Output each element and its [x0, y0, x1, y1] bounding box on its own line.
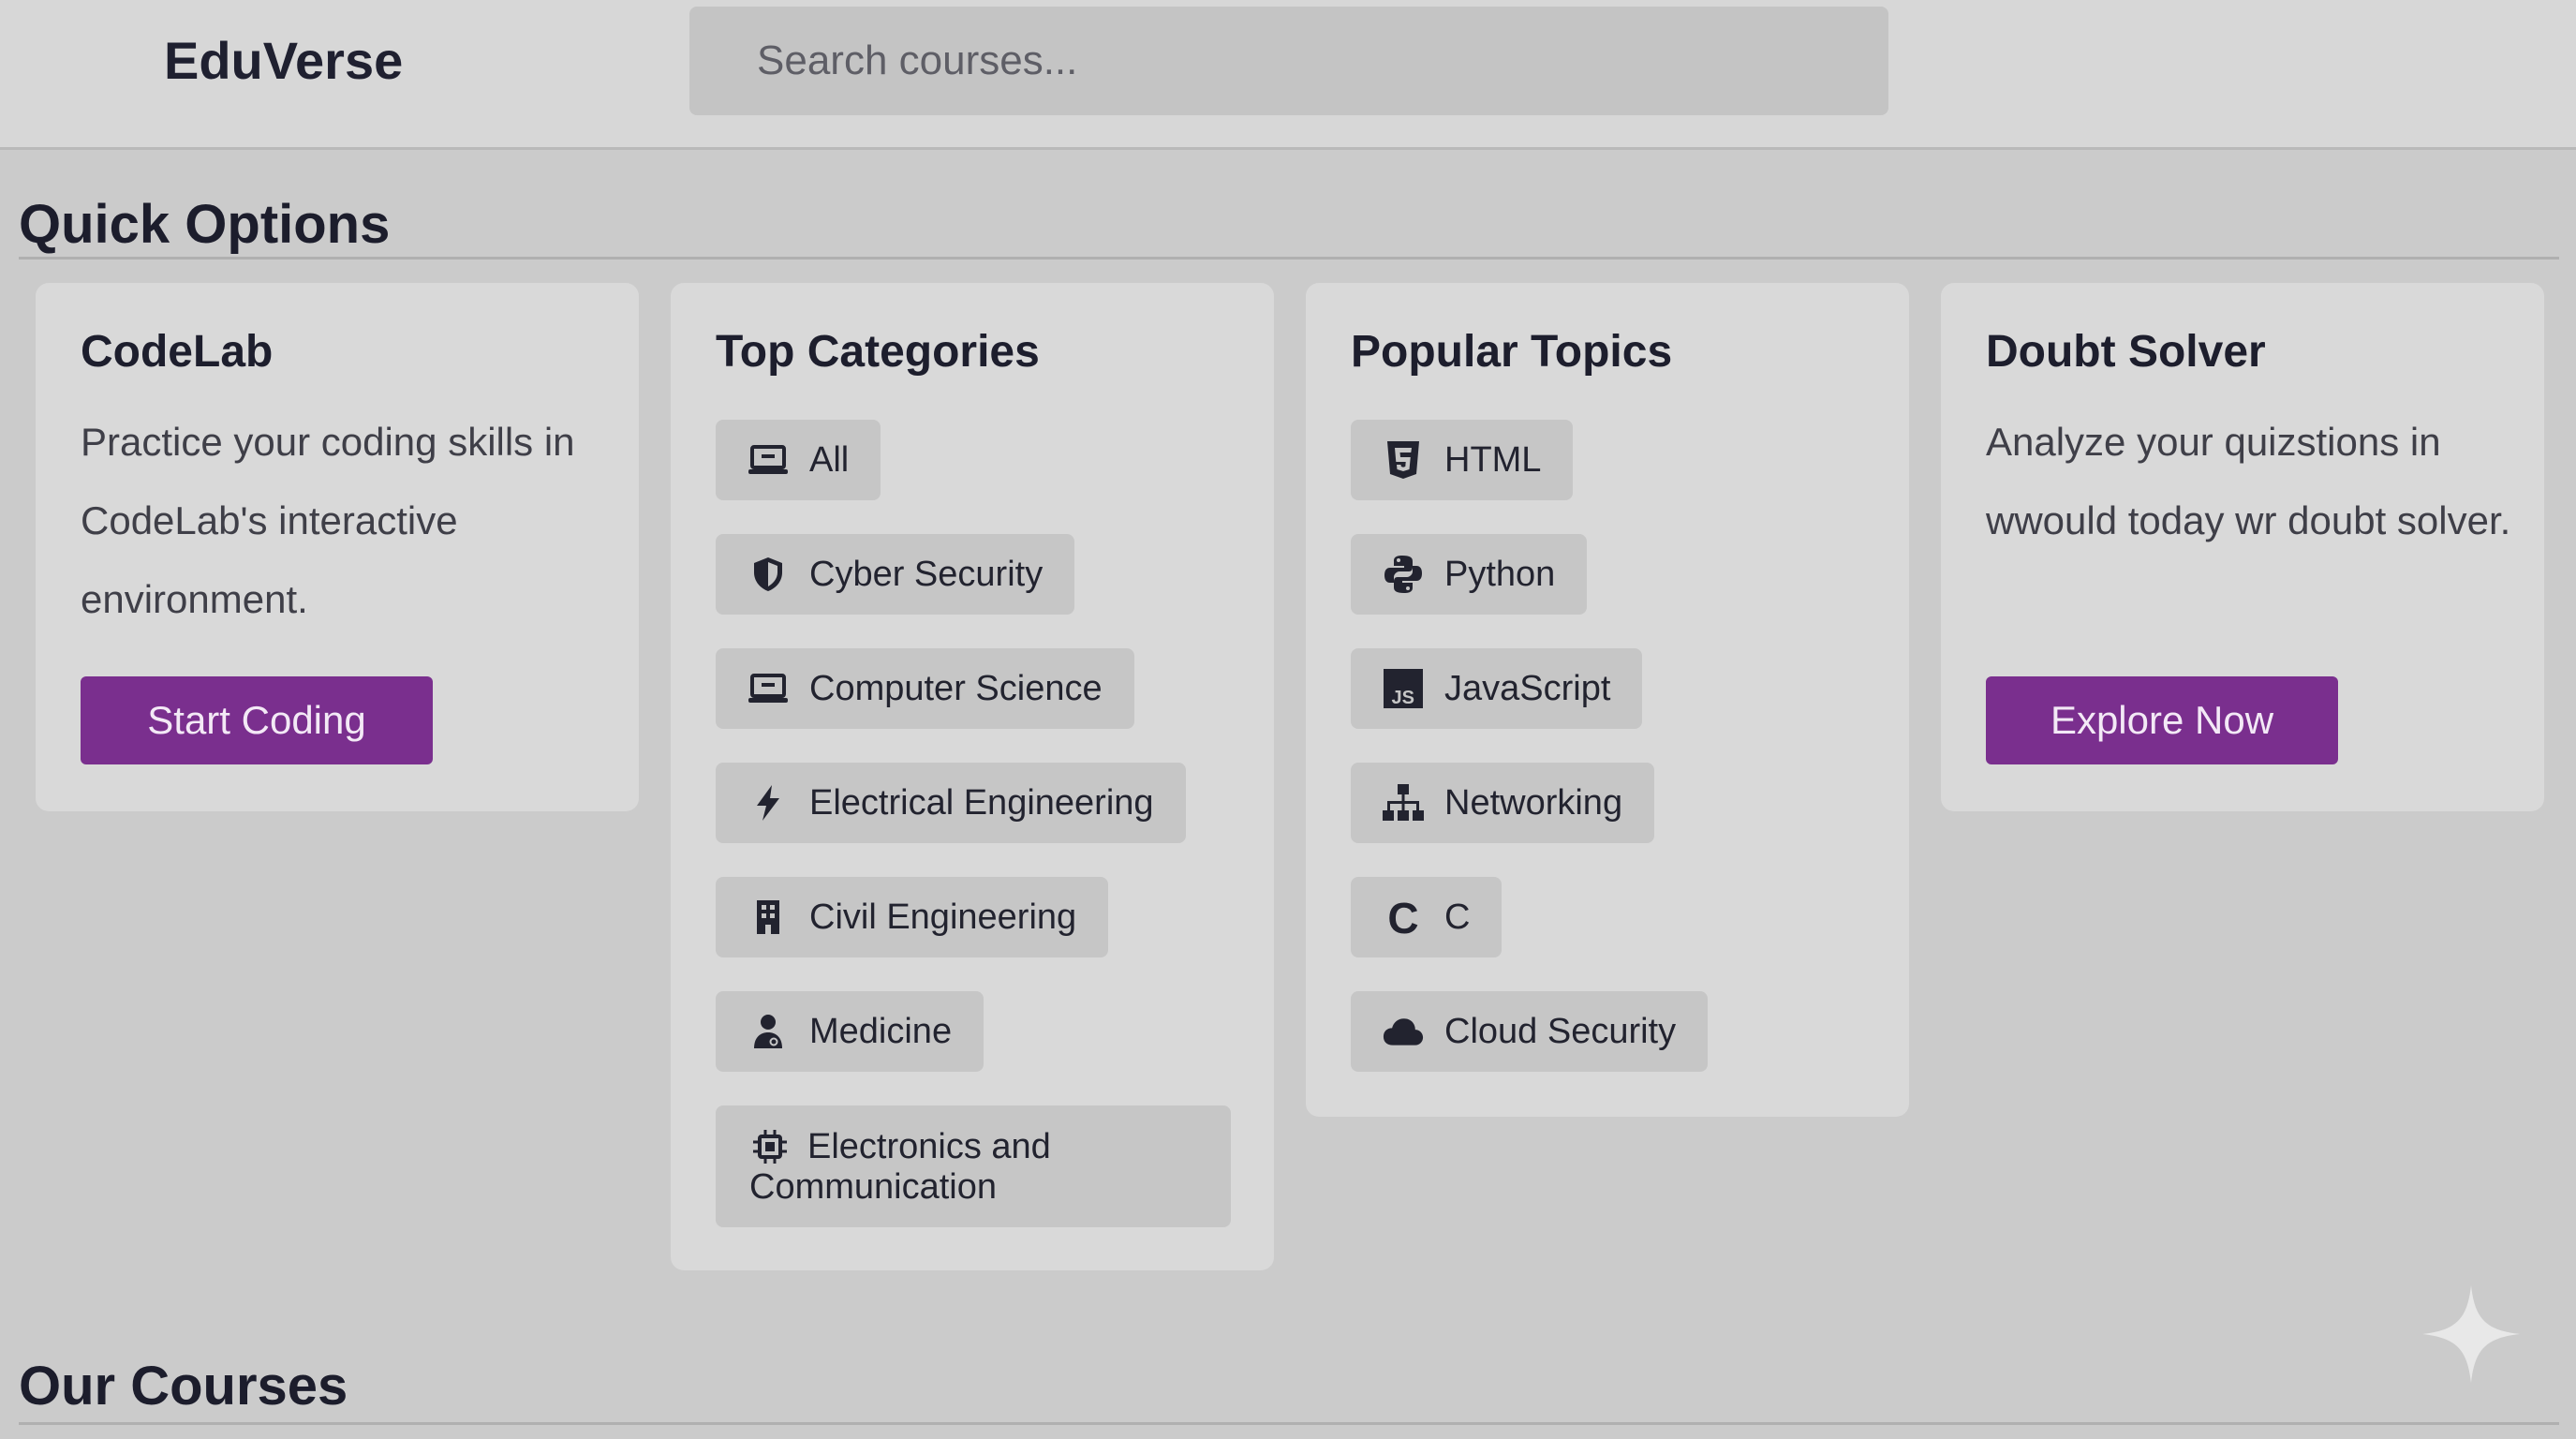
category-label: Civil Engineering [809, 897, 1077, 937]
chip-icon [749, 1126, 791, 1167]
doubt-solver-description: Analyze your quizstions in wwould today … [1986, 420, 2511, 542]
quick-options-title: Quick Options [19, 194, 391, 255]
top-categories-card: Top Categories All Cyber Security Comput… [671, 283, 1274, 1270]
topic-label: HTML [1444, 439, 1542, 480]
category-chip-electrical-engineering[interactable]: Electrical Engineering [716, 763, 1186, 843]
cloud-icon [1383, 1011, 1424, 1052]
app-logo[interactable]: EduVerse [164, 30, 403, 91]
category-chip-civil-engineering[interactable]: Civil Engineering [716, 877, 1109, 957]
category-label: Cyber Security [809, 554, 1044, 594]
popular-topics-card: Popular Topics HTML Python JS JavaScript… [1306, 283, 1909, 1117]
topic-chip-html[interactable]: HTML [1351, 420, 1574, 500]
category-label: Electronics and [807, 1127, 1051, 1166]
bolt-icon [748, 782, 789, 823]
explore-now-button[interactable]: Explore Now [1986, 676, 2338, 764]
start-coding-button[interactable]: Start Coding [81, 676, 433, 764]
javascript-icon: JS [1383, 668, 1424, 709]
category-chip-computer-science[interactable]: Computer Science [716, 648, 1134, 729]
topic-label: Python [1444, 554, 1556, 594]
category-label: Computer Science [809, 668, 1103, 708]
network-icon [1383, 782, 1424, 823]
topic-chip-networking[interactable]: Networking [1351, 763, 1655, 843]
category-chip-medicine[interactable]: Medicine [716, 991, 985, 1072]
category-chip-cyber-security[interactable]: Cyber Security [716, 534, 1075, 615]
c-language-icon: C [1383, 897, 1424, 938]
category-label-line2: Communication [749, 1167, 997, 1207]
topic-label: Networking [1444, 782, 1623, 823]
doctor-icon [748, 1011, 789, 1052]
laptop-icon [748, 439, 789, 481]
topic-chip-c[interactable]: C C [1351, 877, 1503, 957]
topic-label: JavaScript [1444, 668, 1611, 708]
search-input[interactable] [689, 7, 1888, 115]
svg-text:C: C [1387, 897, 1418, 938]
shield-icon [748, 554, 789, 595]
category-label: All [809, 439, 850, 480]
codelab-card: CodeLab Practice your coding skills in C… [36, 283, 639, 811]
quick-options-divider [19, 257, 2559, 260]
doubt-solver-title: Doubt Solver [1986, 327, 2266, 377]
category-chip-electronics-communication[interactable]: Electronics and Communication [716, 1105, 1231, 1227]
topic-chip-cloud-security[interactable]: Cloud Security [1351, 991, 1709, 1072]
doubt-solver-card: Doubt Solver Analyze your quizstions in … [1941, 283, 2544, 811]
sparkle-icon [2422, 1285, 2520, 1383]
popular-topics-title: Popular Topics [1351, 327, 1673, 377]
html5-icon [1383, 439, 1424, 481]
category-chip-all[interactable]: All [716, 420, 881, 500]
topic-chip-python[interactable]: Python [1351, 534, 1588, 615]
codelab-description: Practice your coding skills in CodeLab's… [81, 420, 575, 621]
our-courses-divider [19, 1422, 2559, 1425]
topic-label: C [1444, 897, 1471, 937]
codelab-title: CodeLab [81, 327, 274, 377]
topic-label: Cloud Security [1444, 1011, 1677, 1051]
category-label: Electrical Engineering [809, 782, 1154, 823]
laptop-icon [748, 668, 789, 709]
our-courses-title: Our Courses [19, 1356, 348, 1417]
category-label: Medicine [809, 1011, 953, 1051]
svg-text:JS: JS [1392, 688, 1414, 708]
topic-chip-javascript[interactable]: JS JavaScript [1351, 648, 1643, 729]
top-categories-title: Top Categories [716, 327, 1040, 377]
top-header: EduVerse [0, 0, 2576, 150]
python-icon [1383, 554, 1424, 595]
building-icon [748, 897, 789, 938]
